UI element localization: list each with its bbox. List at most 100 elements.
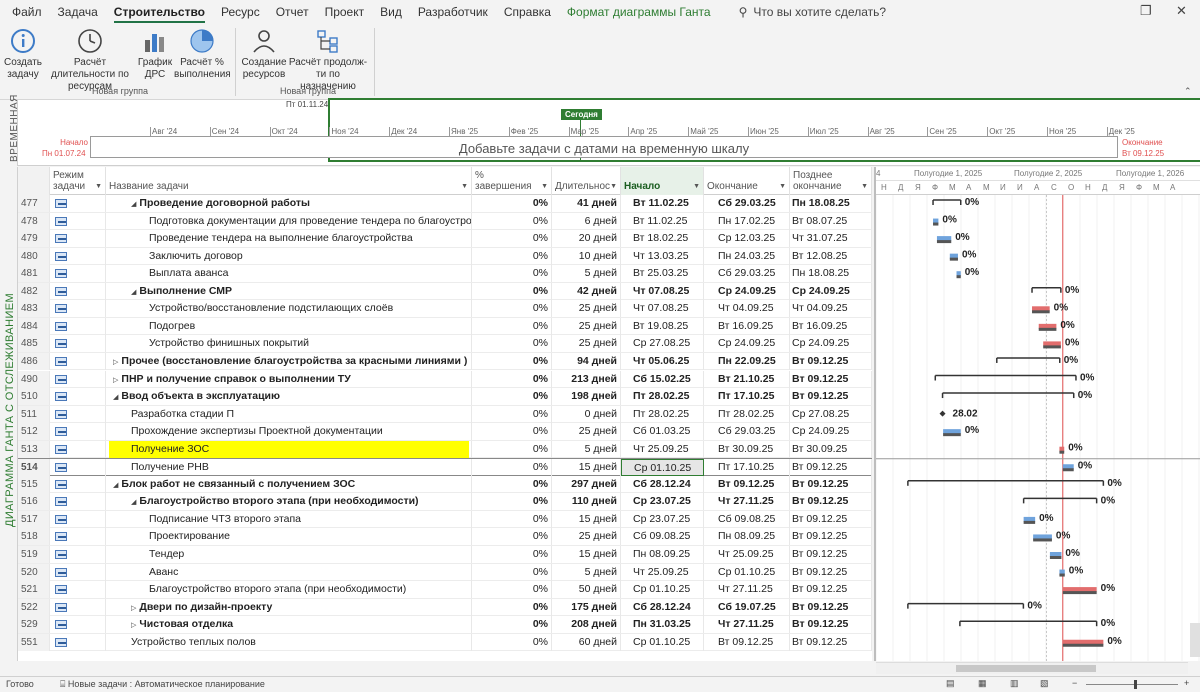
start-cell[interactable]: Чт 05.06.25 xyxy=(621,352,704,370)
task-name-cell[interactable]: Подписание ЧТЗ второго этапа xyxy=(106,510,472,528)
report-view-icon[interactable]: ▧ xyxy=(1040,678,1049,689)
task-mode-cell[interactable] xyxy=(50,352,106,370)
task-name-cell[interactable]: ◢ Выполнение СМР xyxy=(106,282,472,300)
start-cell[interactable]: Пн 08.09.25 xyxy=(621,546,704,563)
row-id[interactable]: 481 xyxy=(18,265,50,283)
finish-cell[interactable]: Вт 30.09.25 xyxy=(704,440,790,458)
gantt-baseline-bar[interactable] xyxy=(1062,643,1104,647)
table-row[interactable]: 485 Устройство финишных покрытий 0% 25 д… xyxy=(18,335,872,353)
row-id[interactable]: 482 xyxy=(18,282,50,300)
table-row[interactable]: 490 ▷ ПНР и получение справок о выполнени… xyxy=(18,370,872,388)
table-row[interactable]: 517 Подписание ЧТЗ второго этапа 0% 15 д… xyxy=(18,510,872,529)
menu-item[interactable]: Справка xyxy=(496,0,559,24)
select-all-cell[interactable] xyxy=(18,167,50,195)
percent-complete-cell[interactable]: 0% xyxy=(472,317,552,335)
start-cell[interactable]: Пт 28.02.25 xyxy=(621,388,704,406)
finish-cell[interactable]: Пн 24.03.25 xyxy=(704,247,790,265)
percent-complete-cell[interactable]: 0% xyxy=(472,265,552,283)
table-row[interactable]: 511 Разработка стадии П 0% 0 дней Пт 28.… xyxy=(18,405,872,424)
row-id[interactable]: 483 xyxy=(18,300,50,318)
row-id[interactable]: 512 xyxy=(18,423,50,441)
late-finish-cell[interactable]: Вт 09.12.25 xyxy=(790,563,872,581)
percent-complete-cell[interactable]: 0% xyxy=(472,212,552,230)
gantt-baseline-bar[interactable] xyxy=(1023,520,1036,524)
finish-cell[interactable]: Пт 17.10.25 xyxy=(704,459,790,477)
row-id[interactable]: 515 xyxy=(18,475,50,493)
finish-cell[interactable]: Вт 16.09.25 xyxy=(704,317,790,335)
table-row[interactable]: 519 Тендер 0% 15 дней Пн 08.09.25 Чт 25.… xyxy=(18,546,872,564)
finish-cell[interactable]: Пн 08.09.25 xyxy=(704,528,790,546)
start-cell[interactable]: Ср 01.10.25 xyxy=(621,581,704,599)
menu-item[interactable]: Задача xyxy=(50,0,106,24)
column-header-name[interactable]: Название задачи ▼ xyxy=(106,167,472,195)
percent-complete-cell[interactable]: 0% xyxy=(472,598,552,616)
task-mode-cell[interactable] xyxy=(50,300,106,318)
finish-cell[interactable]: Сб 09.08.25 xyxy=(704,510,790,528)
finish-cell[interactable]: Сб 19.07.25 xyxy=(704,598,790,616)
dropdown-arrow-icon[interactable]: ▼ xyxy=(693,181,700,192)
duration-cell[interactable]: 213 дней xyxy=(552,370,621,388)
late-finish-cell[interactable]: Вт 09.12.25 xyxy=(790,475,872,493)
row-id[interactable]: 516 xyxy=(18,493,50,511)
gantt-baseline-bar[interactable] xyxy=(1033,538,1052,542)
finish-cell[interactable]: Вт 09.12.25 xyxy=(704,475,790,493)
table-row[interactable]: 486 ▷ Прочее (восстановление благоустройс… xyxy=(18,352,872,371)
gantt-baseline-bar[interactable] xyxy=(1043,345,1061,349)
create-task-button[interactable]: Создать задачу xyxy=(4,27,42,81)
percent-complete-cell[interactable]: 0% xyxy=(472,563,552,581)
gantt-horizontal-scrollbar[interactable] xyxy=(876,662,1188,674)
late-finish-cell[interactable]: Вт 09.12.25 xyxy=(790,493,872,511)
duration-cell[interactable]: 175 дней xyxy=(552,598,621,616)
column-header-mode[interactable]: Режим задачи ▼ xyxy=(50,167,106,195)
duration-cell[interactable]: 25 дней xyxy=(552,528,621,546)
task-mode-cell[interactable] xyxy=(50,459,106,477)
duration-cell[interactable]: 25 дней xyxy=(552,317,621,335)
start-cell[interactable]: Ср 01.10.25 xyxy=(621,459,704,477)
collapse-triangle-icon[interactable]: ◢ xyxy=(113,482,118,489)
task-mode-cell[interactable] xyxy=(50,528,106,546)
task-mode-cell[interactable] xyxy=(50,598,106,616)
percent-complete-cell[interactable]: 0% xyxy=(472,423,552,441)
late-finish-cell[interactable]: Вт 09.12.25 xyxy=(790,510,872,528)
gantt-vertical-scrollbar[interactable] xyxy=(1190,623,1200,657)
row-id[interactable]: 520 xyxy=(18,563,50,581)
duration-cell[interactable]: 50 дней xyxy=(552,581,621,599)
menu-item[interactable]: Формат диаграммы Ганта xyxy=(559,0,719,24)
duration-by-resources-button[interactable]: Расчёт длительности по ресурсам xyxy=(44,27,136,93)
start-cell[interactable]: Вт 19.08.25 xyxy=(621,317,704,335)
column-header-duration[interactable]: Длительнос ▼ xyxy=(552,167,621,195)
duration-cell[interactable]: 25 дней xyxy=(552,423,621,441)
start-cell[interactable]: Вт 25.03.25 xyxy=(621,265,704,283)
task-name-cell[interactable]: Получение ЗОС xyxy=(106,440,472,458)
duration-cell[interactable]: 198 дней xyxy=(552,388,621,406)
task-mode-cell[interactable] xyxy=(50,370,106,388)
task-mode-cell[interactable] xyxy=(50,616,106,634)
task-mode-cell[interactable] xyxy=(50,247,106,265)
row-id[interactable]: 513 xyxy=(18,440,50,458)
gantt-baseline-bar[interactable] xyxy=(949,257,958,261)
row-id[interactable]: 479 xyxy=(18,230,50,248)
task-name-cell[interactable]: Аванс xyxy=(106,563,472,581)
task-mode-cell[interactable] xyxy=(50,405,106,423)
late-finish-cell[interactable]: Вт 09.12.25 xyxy=(790,352,872,370)
task-name-cell[interactable]: ▷ Чистовая отделка xyxy=(106,616,472,634)
gantt-baseline-bar[interactable] xyxy=(1062,468,1074,472)
finish-cell[interactable]: Пн 22.09.25 xyxy=(704,352,790,370)
dropdown-arrow-icon[interactable]: ▼ xyxy=(610,181,617,192)
task-usage-icon[interactable]: ▦ xyxy=(978,678,987,689)
table-row[interactable]: 478 Подготовка документации для проведен… xyxy=(18,212,872,231)
task-mode-cell[interactable] xyxy=(50,475,106,493)
duration-cell[interactable]: 5 дней xyxy=(552,440,621,458)
gantt-baseline-bar[interactable] xyxy=(933,222,939,226)
finish-cell[interactable]: Ср 01.10.25 xyxy=(704,563,790,581)
finish-cell[interactable]: Сб 29.03.25 xyxy=(704,195,790,212)
late-finish-cell[interactable]: Вт 09.12.25 xyxy=(790,528,872,546)
task-mode-cell[interactable] xyxy=(50,317,106,335)
percent-complete-cell[interactable]: 0% xyxy=(472,528,552,546)
finish-cell[interactable]: Вт 09.12.25 xyxy=(704,633,790,651)
menu-item[interactable]: Разработчик xyxy=(410,0,496,24)
duration-cell[interactable]: 0 дней xyxy=(552,405,621,423)
late-finish-cell[interactable]: Ср 27.08.25 xyxy=(790,405,872,423)
task-mode-cell[interactable] xyxy=(50,581,106,599)
row-id[interactable]: 518 xyxy=(18,528,50,546)
